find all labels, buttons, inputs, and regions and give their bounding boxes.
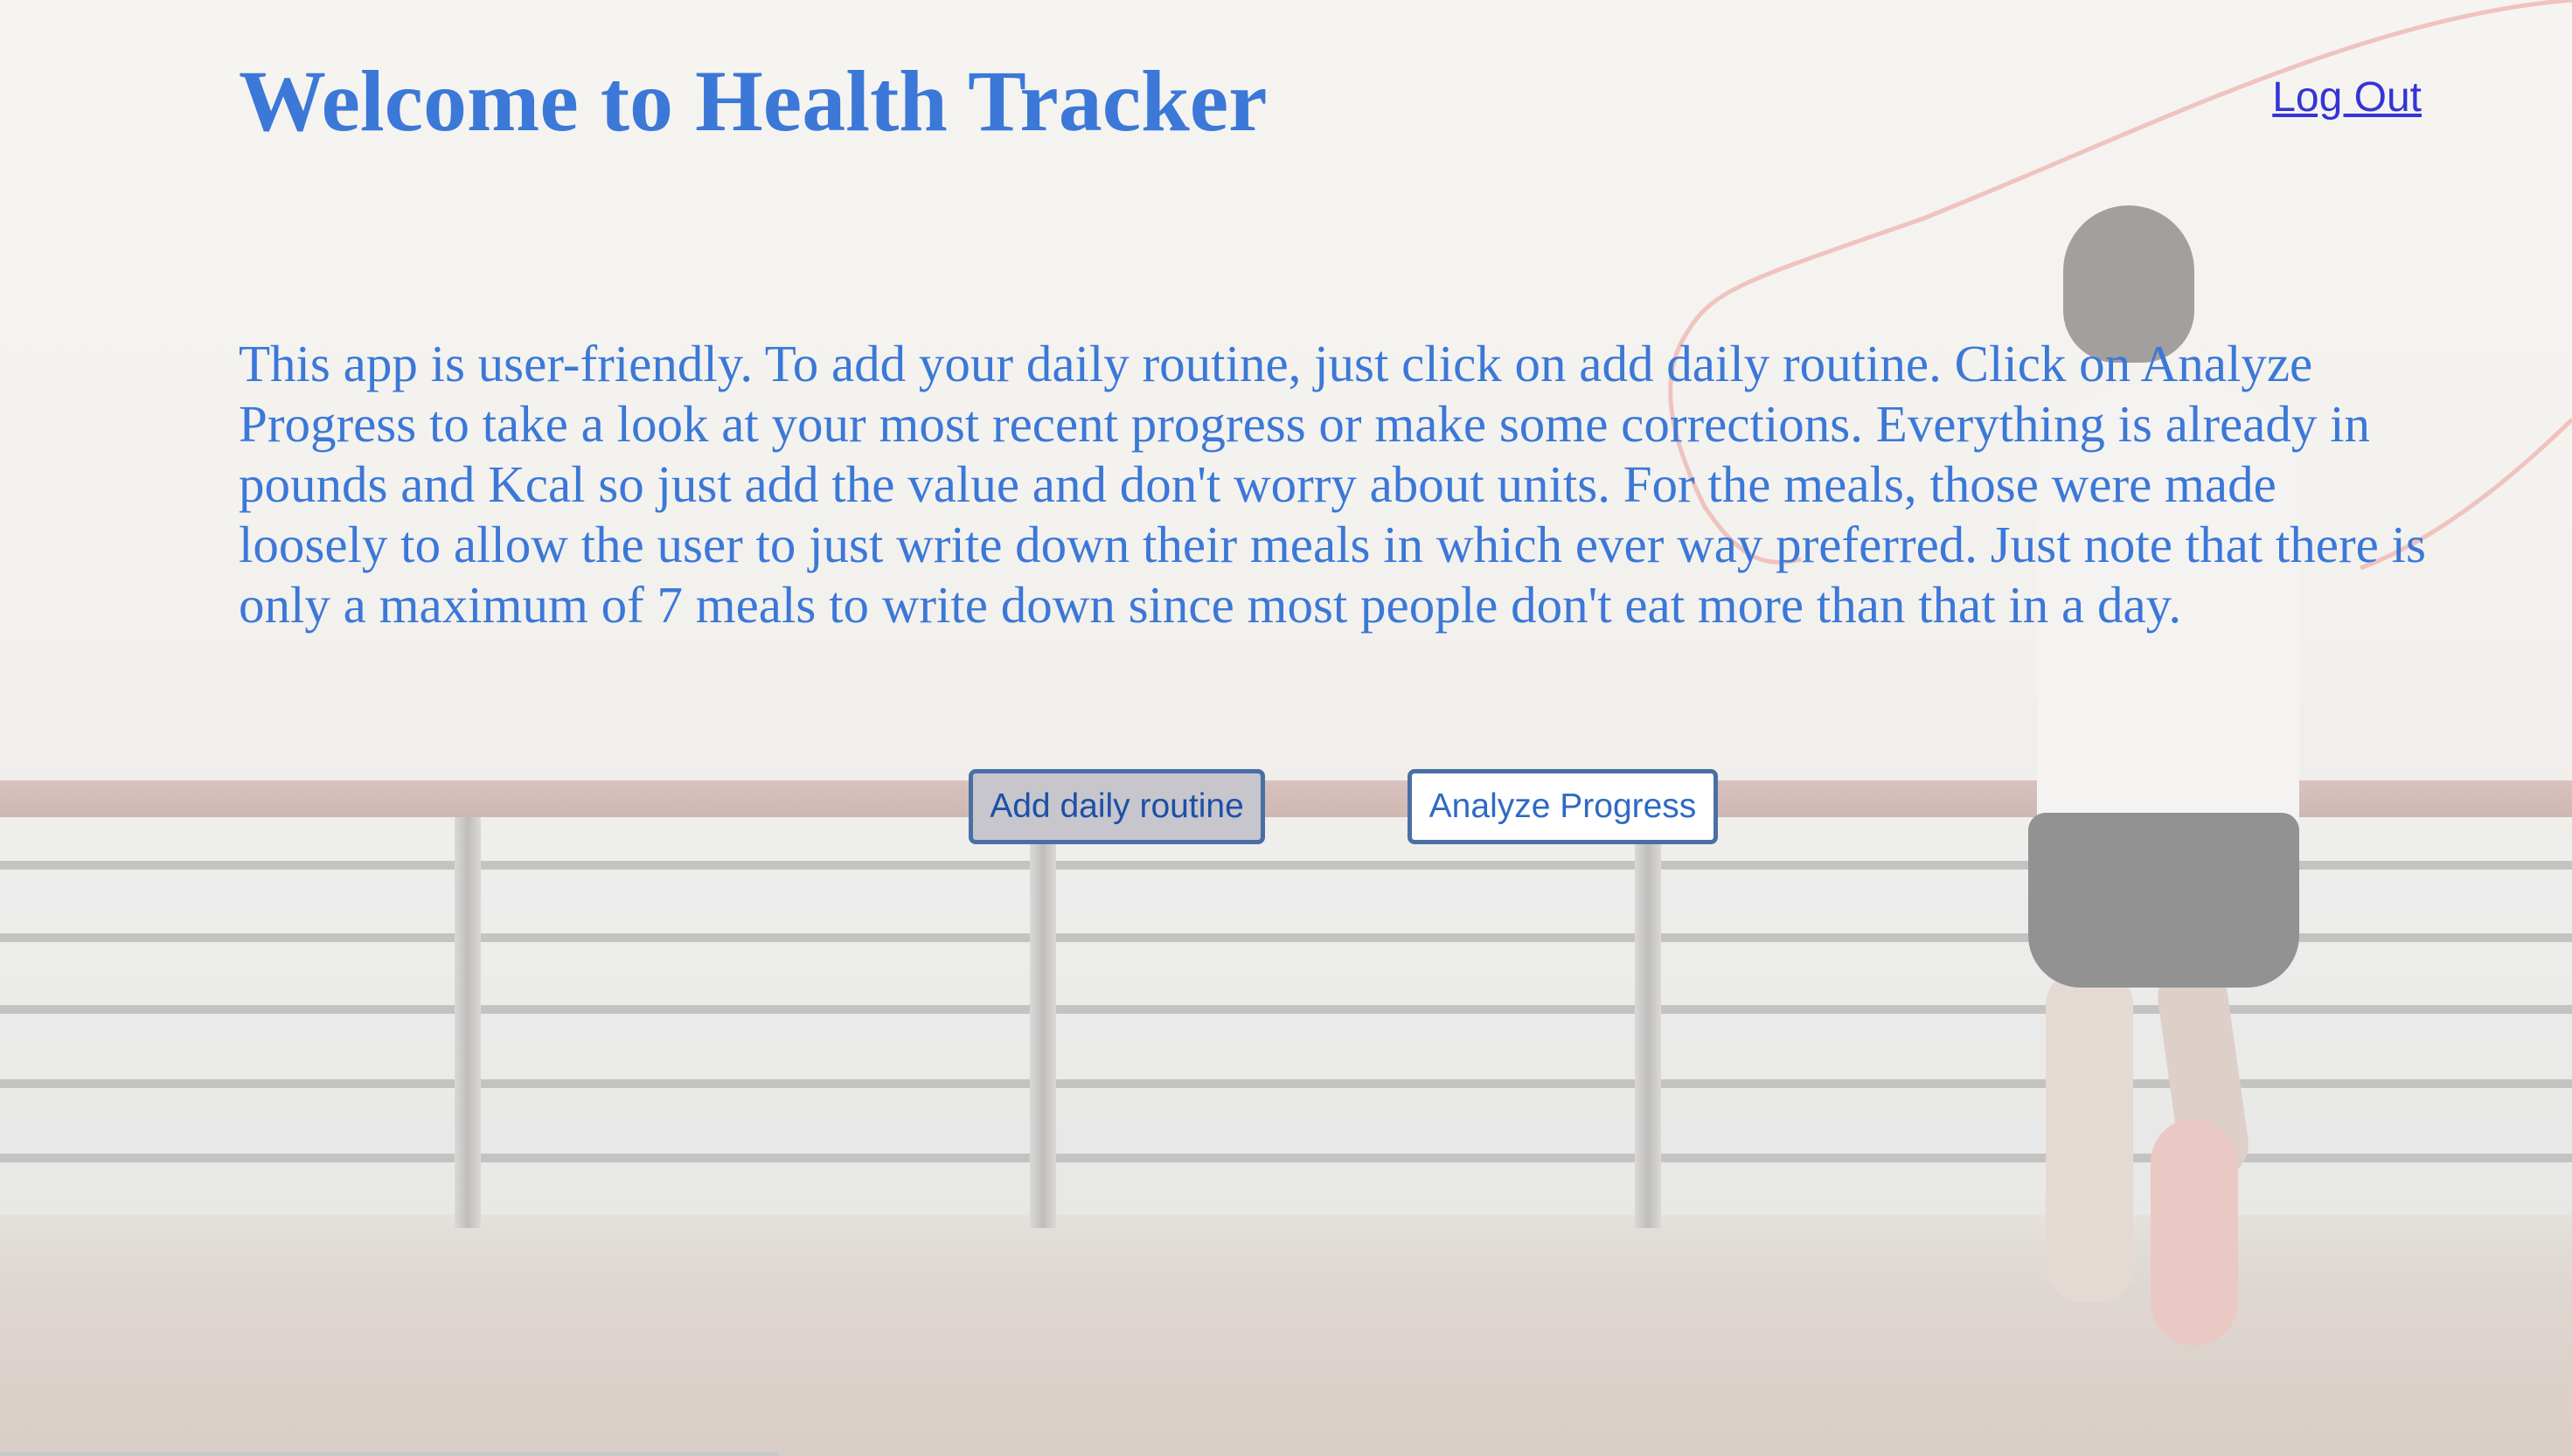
horizontal-scrollbar[interactable] — [0, 1452, 778, 1456]
intro-paragraph: This app is user-friendly. To add your d… — [239, 335, 2426, 634]
page-title: Welcome to Health Tracker — [239, 52, 1268, 149]
background-overlay — [0, 0, 2572, 1456]
add-daily-routine-label: Add daily routine — [990, 787, 1244, 825]
analyze-progress-label: Analyze Progress — [1429, 787, 1697, 825]
background-photo — [0, 0, 2572, 1456]
logout-link[interactable]: Log Out — [2272, 73, 2422, 121]
analyze-progress-button[interactable]: Analyze Progress — [1408, 769, 1718, 844]
add-daily-routine-button[interactable]: Add daily routine — [969, 769, 1265, 844]
